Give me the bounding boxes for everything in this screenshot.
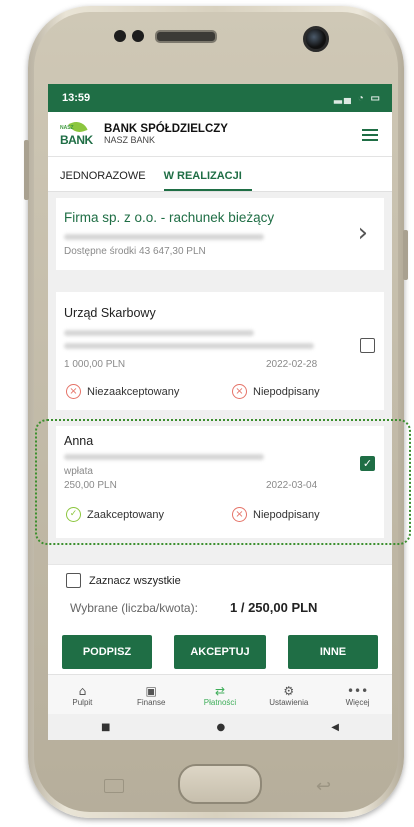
- highlight-frame: [35, 419, 411, 545]
- payment-date: 2022-02-28: [266, 359, 318, 370]
- signal-wifi-battery-icon: ▂▄ ◔ ▭: [334, 92, 382, 104]
- gear-icon: ⚙: [283, 683, 295, 698]
- nav-wiecej[interactable]: ••• Więcej: [323, 675, 392, 715]
- home-circle-icon[interactable]: ●: [217, 722, 226, 733]
- hardware-home-button: [178, 764, 262, 804]
- more-actions-button[interactable]: INNE: [288, 635, 378, 669]
- sign-status: × Niepodpisany: [232, 384, 320, 399]
- payment-account-masked: [64, 330, 254, 336]
- selection-summary-label: Wybrane (liczba/kwota):: [70, 601, 198, 615]
- accept-button[interactable]: AKCEPTUJ: [174, 635, 266, 669]
- sensor-dot: [114, 30, 126, 42]
- tab-w-realizacji[interactable]: W REALIZACJI: [163, 170, 252, 191]
- home-icon: ⌂: [78, 683, 87, 698]
- payment-title: Urząd Skarbowy: [64, 306, 156, 320]
- earpiece-speaker: [155, 30, 217, 43]
- payment-details-masked: [64, 343, 314, 349]
- checkbox-icon[interactable]: [66, 573, 81, 588]
- selection-summary-value: 1 / 250,00 PLN: [230, 600, 318, 615]
- account-balance: Dostępne środki 43 647,30 PLN: [64, 246, 206, 257]
- app-header: NASZ BANK BANK SPÓŁDZIELCZY NASZ BANK: [48, 112, 392, 157]
- accept-status: × Niezaakceptowany: [66, 384, 179, 399]
- wallet-icon: ▣: [145, 683, 157, 698]
- more-icon: •••: [346, 683, 369, 698]
- back-triangle-icon[interactable]: ◀: [331, 722, 339, 733]
- tabs: JEDNORAZOWE W REALIZACJI: [48, 157, 392, 192]
- bank-name: BANK SPÓŁDZIELCZY: [104, 123, 228, 135]
- account-card[interactable]: Firma sp. z o.o. - rachunek bieżący Dost…: [56, 198, 384, 270]
- bank-logo: NASZ BANK: [60, 118, 96, 149]
- account-name: Firma sp. z o.o. - rachunek bieżący: [64, 210, 275, 225]
- nav-finanse[interactable]: ▣ Finanse: [117, 675, 186, 715]
- hardware-back-icon: ↩: [316, 776, 332, 797]
- nav-ustawienia[interactable]: ⚙ Ustawienia: [254, 675, 323, 715]
- chevron-right-icon[interactable]: ›: [358, 218, 368, 248]
- x-circle-icon: ×: [232, 384, 247, 399]
- select-all-checkbox[interactable]: Zaznacz wszystkie: [66, 573, 181, 588]
- x-circle-icon: ×: [66, 384, 81, 399]
- tab-jednorazowe[interactable]: JEDNORAZOWE: [60, 170, 154, 191]
- hamburger-menu-icon[interactable]: [362, 129, 378, 144]
- hardware-recent-icon: [104, 779, 124, 793]
- phone-screen: 13:59 ▂▄ ◔ ▭ NASZ BANK BANK SPÓŁDZIELCZY…: [48, 84, 392, 740]
- bank-subtitle: NASZ BANK: [104, 135, 156, 145]
- sign-button[interactable]: PODPISZ: [62, 635, 152, 669]
- payment-checkbox[interactable]: [360, 338, 375, 353]
- bottom-nav: ⌂ Pulpit ▣ Finanse ⇄ Płatności ⚙ Ustawie…: [48, 674, 392, 715]
- payment-amount: 1 000,00 PLN: [64, 359, 126, 370]
- selection-panel: Zaznacz wszystkie Wybrane (liczba/kwota)…: [48, 564, 392, 675]
- front-camera: [303, 26, 329, 52]
- status-bar: 13:59 ▂▄ ◔ ▭: [48, 84, 392, 112]
- transfer-icon: ⇄: [214, 683, 226, 698]
- nav-pulpit[interactable]: ⌂ Pulpit: [48, 675, 117, 715]
- android-navigation-bar: ■ ● ◀: [48, 714, 392, 740]
- account-number-masked: [64, 234, 264, 240]
- payment-item[interactable]: Urząd Skarbowy 1 000,00 PLN 2022-02-28 ×…: [56, 292, 384, 410]
- power-button: [403, 230, 408, 280]
- status-time: 13:59: [62, 92, 91, 104]
- nav-platnosci[interactable]: ⇄ Płatności: [186, 675, 255, 715]
- sensor-dot: [132, 30, 144, 42]
- recent-apps-icon[interactable]: ■: [101, 722, 110, 733]
- volume-button: [24, 140, 29, 200]
